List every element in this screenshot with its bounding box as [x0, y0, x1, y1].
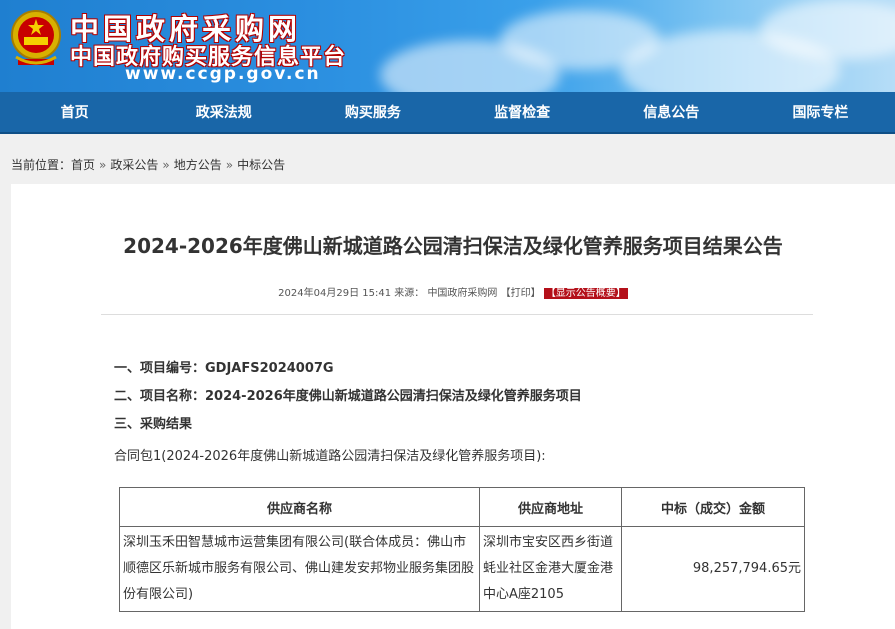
table-row: 深圳玉禾田智慧城市运营集团有限公司(联合体成员：佛山市顺德区乐新城市服务有限公司… [119, 526, 805, 612]
source-link[interactable]: 中国政府采购网 [427, 288, 497, 299]
site-url: www.ccgp.gov.cn [125, 64, 321, 84]
result-heading: 三、采购结果 [114, 417, 193, 432]
supplier-name: 深圳玉禾田智慧城市运营集团有限公司(联合体成员：佛山市顺德区乐新城市服务有限公司… [119, 526, 480, 612]
breadcrumb-announcements[interactable]: 政采公告 [110, 158, 158, 172]
breadcrumb-local[interactable]: 地方公告 [174, 158, 222, 172]
print-link[interactable]: 【打印】 [501, 288, 541, 299]
breadcrumb-award[interactable]: 中标公告 [237, 158, 285, 172]
main-nav: 首页 政采法规 购买服务 监督检查 信息公告 国际专栏 [0, 92, 895, 134]
page-title: 2024-2026年度佛山新城道路公园清扫保洁及绿化管养服务项目结果公告 [123, 234, 783, 258]
nav-announcements[interactable]: 信息公告 [597, 92, 746, 132]
national-emblem-icon [11, 10, 61, 65]
publish-date: 2024年04月29日 15:41 来源： [278, 288, 425, 299]
show-summary-button[interactable]: 【显示公告概要】 [543, 288, 628, 299]
project-name: 二、项目名称：2024-2026年度佛山新城道路公园清扫保洁及绿化管养服务项目 [114, 389, 582, 404]
article-meta: 2024年04月29日 15:41 来源： 中国政府采购网 【打印】 【显示公告… [11, 284, 895, 299]
nav-supervision[interactable]: 监督检查 [448, 92, 597, 132]
col-amount: 中标（成交）金额 [621, 487, 805, 527]
award-amount: 98,257,794.65元 [621, 526, 805, 612]
nav-purchase-services[interactable]: 购买服务 [298, 92, 447, 132]
supplier-address: 深圳市宝安区西乡街道蚝业社区金港大厦金港中心A座2105 [479, 526, 622, 612]
project-number: 一、项目编号：GDJAFS2024007G [114, 361, 334, 376]
nav-international[interactable]: 国际专栏 [746, 92, 895, 132]
result-table: 供应商名称 供应商地址 中标（成交）金额 深圳玉禾田智慧城市运营集团有限公司(联… [119, 487, 805, 612]
site-banner: 中国政府采购网 中国政府购买服务信息平台 www.ccgp.gov.cn [0, 0, 895, 92]
breadcrumb-home[interactable]: 首页 [71, 158, 95, 172]
article-panel: 2024-2026年度佛山新城道路公园清扫保洁及绿化管养服务项目结果公告 202… [11, 184, 895, 629]
divider [101, 314, 813, 315]
col-supplier-address: 供应商地址 [479, 487, 622, 527]
breadcrumb: 当前位置：首页» 政采公告» 地方公告» 中标公告 [11, 158, 286, 172]
col-supplier-name: 供应商名称 [119, 487, 480, 527]
table-header-row: 供应商名称 供应商地址 中标（成交）金额 [119, 487, 805, 527]
nav-home[interactable]: 首页 [0, 92, 149, 132]
nav-regulations[interactable]: 政采法规 [149, 92, 298, 132]
breadcrumb-prefix: 当前位置： [11, 158, 72, 172]
contract-package: 合同包1(2024-2026年度佛山新城道路公园清扫保洁及绿化管养服务项目): [114, 449, 546, 464]
